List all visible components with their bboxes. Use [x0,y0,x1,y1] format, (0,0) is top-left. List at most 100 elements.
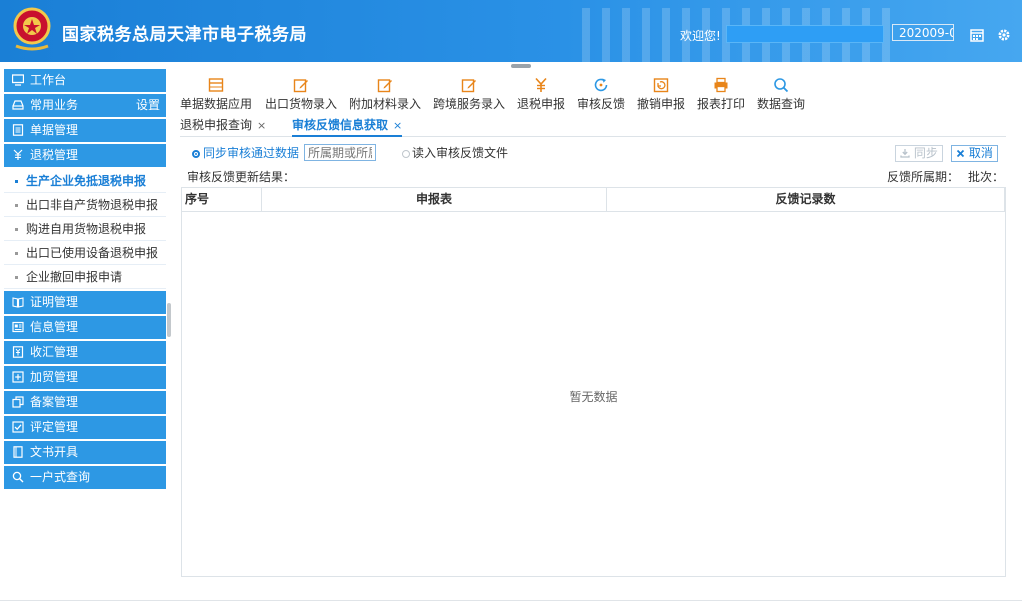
sidebar-item-label: 退税管理 [30,148,79,162]
bullet-icon [15,276,18,279]
printer-icon [714,77,728,93]
column-header-record-count[interactable]: 反馈记录数 [607,188,1005,211]
sidebar-item-label: 备案管理 [30,395,79,409]
close-icon [956,149,965,158]
calendar-icon[interactable] [970,28,984,42]
toolbar-document-data-button[interactable]: 单据数据应用 [180,77,252,112]
sidebar-item-document-issuance[interactable]: 文书开具 [4,441,166,464]
read-feedback-file-radio[interactable] [402,150,410,158]
sub-item-label: 出口已使用设备退税申报 [26,246,159,260]
common-business-settings-link[interactable]: 设置 [136,94,160,117]
close-icon[interactable]: × [393,119,402,132]
toolbar-tax-refund-declaration-button[interactable]: 退税申报 [517,77,565,112]
news-icon [12,321,24,333]
sidebar-sub-item-non-self-produced[interactable]: 出口非自产货物退税申报 [4,193,166,217]
sidebar-sub-item-production-refund[interactable]: 生产企业免抵退税申报 [4,169,166,193]
tax-bureau-emblem-icon [13,7,51,51]
feedback-result-row: 审核反馈更新结果： 反馈所属期： 批次： [187,168,1005,184]
check-box-icon [12,421,24,433]
sidebar-sub-item-withdraw-application[interactable]: 企业撤回申报申请 [4,265,166,289]
sub-item-label: 企业撤回申报申请 [26,270,123,284]
tab-refund-declaration-query[interactable]: 退税申报查询 × [180,116,266,135]
sidebar-sub-item-self-use-goods[interactable]: 购进自用货物退税申报 [4,217,166,241]
sidebar-item-workbench[interactable]: 工作台 [4,69,166,92]
sidebar-item-label: 常用业务 [30,98,79,112]
copy-icon [12,396,24,408]
refresh-icon [594,78,608,92]
sub-item-label: 出口非自产货物退税申报 [26,198,159,212]
sidebar-item-one-stop-query[interactable]: 一户式查询 [4,466,166,489]
document-icon [12,124,24,136]
gear-icon[interactable] [997,28,1011,42]
period-input[interactable] [304,144,376,161]
toolbar-export-goods-entry-button[interactable]: 出口货物录入 [265,77,337,112]
cancel-button-label: 取消 [968,146,993,160]
sidebar-item-processing-trade-management[interactable]: 加贸管理 [4,366,166,389]
sidebar-item-information-management[interactable]: 信息管理 [4,316,166,339]
yen-icon [535,77,547,92]
toolbar-label: 跨境服务录入 [433,97,506,111]
app-header: 国家税务总局天津市电子税务局 欢迎您! 202009-0 [0,0,1022,62]
read-feedback-file-label[interactable]: 读入审核反馈文件 [412,145,508,161]
magnifier-icon [774,78,789,93]
sidebar-item-label: 工作台 [30,73,67,87]
sidebar-sub-item-used-equipment[interactable]: 出口已使用设备退税申报 [4,241,166,265]
edit-icon [377,79,392,93]
toolbar-label: 出口货物录入 [265,97,338,111]
window-icon [208,78,224,92]
sidebar-item-filing-management[interactable]: 备案管理 [4,391,166,414]
cancel-button[interactable]: 取消 [951,145,998,162]
user-name-field[interactable] [726,25,884,43]
column-header-declaration-form[interactable]: 申报表 [262,188,607,211]
toolbar-label: 退税申报 [517,97,566,111]
download-icon [900,149,910,158]
feedback-options-row: 同步审核通过数据 读入审核反馈文件 同步 取消 [192,144,1004,165]
feedback-period-label: 反馈所属期： [887,170,960,184]
toolbar-cross-border-service-button[interactable]: 跨境服务录入 [433,77,505,112]
toolbar-report-print-button[interactable]: 报表打印 [697,77,745,112]
toolbar-additional-materials-button[interactable]: 附加材料录入 [349,77,421,112]
sidebar-item-label: 信息管理 [30,320,79,334]
sidebar-item-common-business[interactable]: 常用业务 设置 [4,94,166,117]
tax-period-selector[interactable]: 202009-0 [892,24,954,41]
column-header-index[interactable]: 序号 [182,188,262,211]
toolbar-label: 报表打印 [697,97,746,111]
sidebar-item-label: 收汇管理 [30,345,79,359]
toolbar-audit-feedback-button[interactable]: 审核反馈 [577,77,625,112]
tab-audit-feedback-retrieval[interactable]: 审核反馈信息获取 × [292,116,403,137]
toolbar-label: 审核反馈 [577,97,626,111]
sidebar-item-certificate-management[interactable]: 证明管理 [4,291,166,314]
toolbar-label: 数据查询 [757,97,806,111]
file-icon [13,446,23,458]
monitor-icon [12,74,24,86]
sidebar-item-label: 评定管理 [30,420,79,434]
plus-box-icon [12,371,24,383]
update-result-label: 审核反馈更新结果： [187,170,296,184]
bullet-icon [15,180,18,183]
welcome-text: 欢迎您! [680,29,721,43]
sync-audit-radio[interactable] [192,150,200,158]
sidebar-item-foreign-exchange-management[interactable]: 收汇管理 [4,341,166,364]
sidebar-item-rating-management[interactable]: 评定管理 [4,416,166,439]
sidebar-item-document-management[interactable]: 单据管理 [4,119,166,142]
toolbar-label: 单据数据应用 [180,97,253,111]
tab-bar: 退税申报查询 × 审核反馈信息获取 × [180,116,1006,137]
toolbar-withdraw-declaration-button[interactable]: 撤销申报 [637,77,685,112]
sidebar-splitter-handle[interactable] [167,303,171,337]
sidebar-item-tax-refund-management[interactable]: 退税管理 [4,144,166,167]
sub-item-label: 生产企业免抵退税申报 [26,174,147,188]
close-icon[interactable]: × [257,119,266,132]
sync-audit-label[interactable]: 同步审核通过数据 [203,145,299,161]
tax-refund-icon [13,149,23,160]
toolbar-label: 附加材料录入 [349,97,422,111]
sidebar-item-label: 文书开具 [30,445,79,459]
bullet-icon [15,204,18,207]
currency-icon [12,346,24,358]
empty-state-text: 暂无数据 [569,390,618,404]
collapse-header-handle[interactable] [511,64,531,68]
tab-label: 退税申报查询 [180,118,253,132]
sidebar-item-label: 单据管理 [30,123,79,137]
batch-label: 批次： [968,170,1005,184]
sync-button[interactable]: 同步 [895,145,943,162]
toolbar-data-query-button[interactable]: 数据查询 [757,77,805,112]
